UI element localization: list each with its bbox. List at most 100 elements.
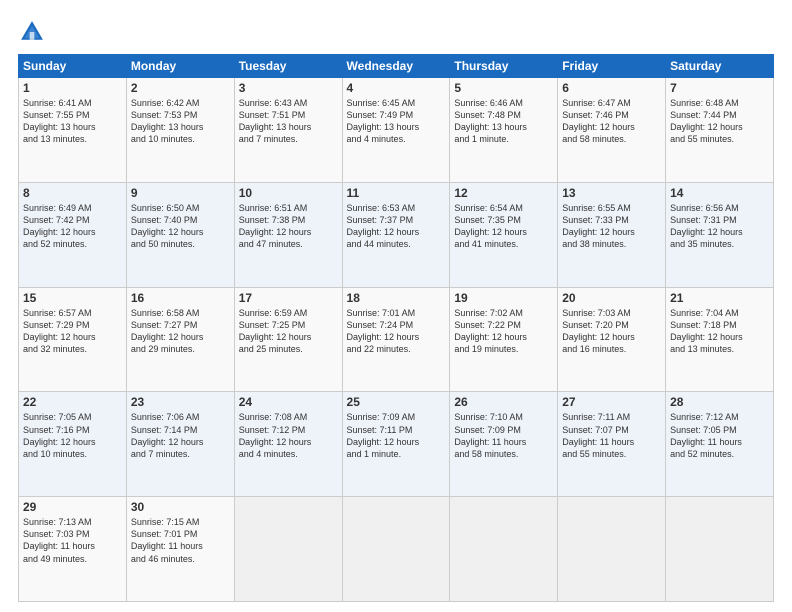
calendar-cell: 24 Sunrise: 7:08 AM Sunset: 7:12 PM Dayli… [234, 392, 342, 497]
logo [18, 18, 50, 46]
day-number: 1 [23, 81, 122, 95]
day-number: 14 [670, 186, 769, 200]
calendar-cell: 20 Sunrise: 7:03 AM Sunset: 7:20 PM Dayli… [558, 287, 666, 392]
header [18, 18, 774, 46]
cell-text: Sunrise: 7:13 AM Sunset: 7:03 PM Dayligh… [23, 516, 122, 565]
day-number: 20 [562, 291, 661, 305]
logo-icon [18, 18, 46, 46]
day-number: 8 [23, 186, 122, 200]
calendar-cell: 7 Sunrise: 6:48 AM Sunset: 7:44 PM Daylig… [666, 78, 774, 183]
calendar-cell: 22 Sunrise: 7:05 AM Sunset: 7:16 PM Dayli… [19, 392, 127, 497]
cell-text: Sunrise: 7:15 AM Sunset: 7:01 PM Dayligh… [131, 516, 230, 565]
cell-text: Sunrise: 7:05 AM Sunset: 7:16 PM Dayligh… [23, 411, 122, 460]
calendar-cell [342, 497, 450, 602]
day-number: 3 [239, 81, 338, 95]
cell-text: Sunrise: 7:02 AM Sunset: 7:22 PM Dayligh… [454, 307, 553, 356]
cell-text: Sunrise: 6:41 AM Sunset: 7:55 PM Dayligh… [23, 97, 122, 146]
calendar-cell: 28 Sunrise: 7:12 AM Sunset: 7:05 PM Dayli… [666, 392, 774, 497]
cell-text: Sunrise: 7:03 AM Sunset: 7:20 PM Dayligh… [562, 307, 661, 356]
day-number: 19 [454, 291, 553, 305]
day-number: 9 [131, 186, 230, 200]
calendar-cell [666, 497, 774, 602]
calendar-cell: 25 Sunrise: 7:09 AM Sunset: 7:11 PM Dayli… [342, 392, 450, 497]
day-number: 6 [562, 81, 661, 95]
calendar-cell: 10 Sunrise: 6:51 AM Sunset: 7:38 PM Dayli… [234, 182, 342, 287]
cell-text: Sunrise: 6:59 AM Sunset: 7:25 PM Dayligh… [239, 307, 338, 356]
cell-text: Sunrise: 6:57 AM Sunset: 7:29 PM Dayligh… [23, 307, 122, 356]
calendar-cell: 4 Sunrise: 6:45 AM Sunset: 7:49 PM Daylig… [342, 78, 450, 183]
cell-text: Sunrise: 6:50 AM Sunset: 7:40 PM Dayligh… [131, 202, 230, 251]
cell-text: Sunrise: 6:53 AM Sunset: 7:37 PM Dayligh… [347, 202, 446, 251]
calendar-cell: 9 Sunrise: 6:50 AM Sunset: 7:40 PM Daylig… [126, 182, 234, 287]
day-number: 5 [454, 81, 553, 95]
weekday-thursday: Thursday [450, 55, 558, 78]
calendar-cell: 23Sunrise: 7:06 AM Sunset: 7:14 PM Dayli… [126, 392, 234, 497]
calendar-week-4: 22 Sunrise: 7:05 AM Sunset: 7:16 PM Dayli… [19, 392, 774, 497]
calendar-cell: 2 Sunrise: 6:42 AM Sunset: 7:53 PM Daylig… [126, 78, 234, 183]
calendar-cell: 29 Sunrise: 7:13 AM Sunset: 7:03 PM Dayli… [19, 497, 127, 602]
day-number: 12 [454, 186, 553, 200]
day-number: 15 [23, 291, 122, 305]
weekday-sunday: Sunday [19, 55, 127, 78]
calendar-cell: 27Sunrise: 7:11 AM Sunset: 7:07 PM Dayli… [558, 392, 666, 497]
cell-text: Sunrise: 6:51 AM Sunset: 7:38 PM Dayligh… [239, 202, 338, 251]
weekday-monday: Monday [126, 55, 234, 78]
calendar-cell: 11 Sunrise: 6:53 AM Sunset: 7:37 PM Dayli… [342, 182, 450, 287]
cell-text: Sunrise: 7:04 AM Sunset: 7:18 PM Dayligh… [670, 307, 769, 356]
day-number: 30 [131, 500, 230, 514]
calendar-cell: 26Sunrise: 7:10 AM Sunset: 7:09 PM Dayli… [450, 392, 558, 497]
day-number: 7 [670, 81, 769, 95]
calendar-cell: 13Sunrise: 6:55 AM Sunset: 7:33 PM Dayli… [558, 182, 666, 287]
day-number: 24 [239, 395, 338, 409]
page: SundayMondayTuesdayWednesdayThursdayFrid… [0, 0, 792, 612]
weekday-saturday: Saturday [666, 55, 774, 78]
cell-text: Sunrise: 7:11 AM Sunset: 7:07 PM Dayligh… [562, 411, 661, 460]
calendar-cell: 15 Sunrise: 6:57 AM Sunset: 7:29 PM Dayli… [19, 287, 127, 392]
cell-text: Sunrise: 6:49 AM Sunset: 7:42 PM Dayligh… [23, 202, 122, 251]
calendar-cell: 30 Sunrise: 7:15 AM Sunset: 7:01 PM Dayli… [126, 497, 234, 602]
cell-text: Sunrise: 6:46 AM Sunset: 7:48 PM Dayligh… [454, 97, 553, 146]
calendar-cell: 19 Sunrise: 7:02 AM Sunset: 7:22 PM Dayli… [450, 287, 558, 392]
cell-text: Sunrise: 7:12 AM Sunset: 7:05 PM Dayligh… [670, 411, 769, 460]
cell-text: Sunrise: 6:56 AM Sunset: 7:31 PM Dayligh… [670, 202, 769, 251]
day-number: 25 [347, 395, 446, 409]
cell-text: Sunrise: 7:09 AM Sunset: 7:11 PM Dayligh… [347, 411, 446, 460]
day-number: 23 [131, 395, 230, 409]
cell-text: Sunrise: 6:47 AM Sunset: 7:46 PM Dayligh… [562, 97, 661, 146]
cell-text: Sunrise: 6:42 AM Sunset: 7:53 PM Dayligh… [131, 97, 230, 146]
calendar-body: 1 Sunrise: 6:41 AM Sunset: 7:55 PM Daylig… [19, 78, 774, 602]
day-number: 29 [23, 500, 122, 514]
cell-text: Sunrise: 6:45 AM Sunset: 7:49 PM Dayligh… [347, 97, 446, 146]
weekday-tuesday: Tuesday [234, 55, 342, 78]
calendar-table: SundayMondayTuesdayWednesdayThursdayFrid… [18, 54, 774, 602]
cell-text: Sunrise: 7:08 AM Sunset: 7:12 PM Dayligh… [239, 411, 338, 460]
cell-text: Sunrise: 6:43 AM Sunset: 7:51 PM Dayligh… [239, 97, 338, 146]
day-number: 28 [670, 395, 769, 409]
calendar-cell: 16Sunrise: 6:58 AM Sunset: 7:27 PM Dayli… [126, 287, 234, 392]
day-number: 4 [347, 81, 446, 95]
calendar-cell: 18Sunrise: 7:01 AM Sunset: 7:24 PM Dayli… [342, 287, 450, 392]
calendar-cell [558, 497, 666, 602]
weekday-friday: Friday [558, 55, 666, 78]
cell-text: Sunrise: 7:10 AM Sunset: 7:09 PM Dayligh… [454, 411, 553, 460]
cell-text: Sunrise: 6:54 AM Sunset: 7:35 PM Dayligh… [454, 202, 553, 251]
day-number: 21 [670, 291, 769, 305]
calendar-cell: 14 Sunrise: 6:56 AM Sunset: 7:31 PM Dayli… [666, 182, 774, 287]
weekday-header-row: SundayMondayTuesdayWednesdayThursdayFrid… [19, 55, 774, 78]
calendar-cell: 17Sunrise: 6:59 AM Sunset: 7:25 PM Dayli… [234, 287, 342, 392]
weekday-wednesday: Wednesday [342, 55, 450, 78]
calendar-cell [450, 497, 558, 602]
calendar-week-2: 8 Sunrise: 6:49 AM Sunset: 7:42 PM Daylig… [19, 182, 774, 287]
cell-text: Sunrise: 6:48 AM Sunset: 7:44 PM Dayligh… [670, 97, 769, 146]
cell-text: Sunrise: 7:01 AM Sunset: 7:24 PM Dayligh… [347, 307, 446, 356]
calendar-week-3: 15 Sunrise: 6:57 AM Sunset: 7:29 PM Dayli… [19, 287, 774, 392]
calendar-cell [234, 497, 342, 602]
day-number: 11 [347, 186, 446, 200]
day-number: 10 [239, 186, 338, 200]
day-number: 16 [131, 291, 230, 305]
day-number: 22 [23, 395, 122, 409]
calendar-cell: 12 Sunrise: 6:54 AM Sunset: 7:35 PM Dayli… [450, 182, 558, 287]
day-number: 13 [562, 186, 661, 200]
day-number: 2 [131, 81, 230, 95]
calendar-cell: 21 Sunrise: 7:04 AM Sunset: 7:18 PM Dayli… [666, 287, 774, 392]
